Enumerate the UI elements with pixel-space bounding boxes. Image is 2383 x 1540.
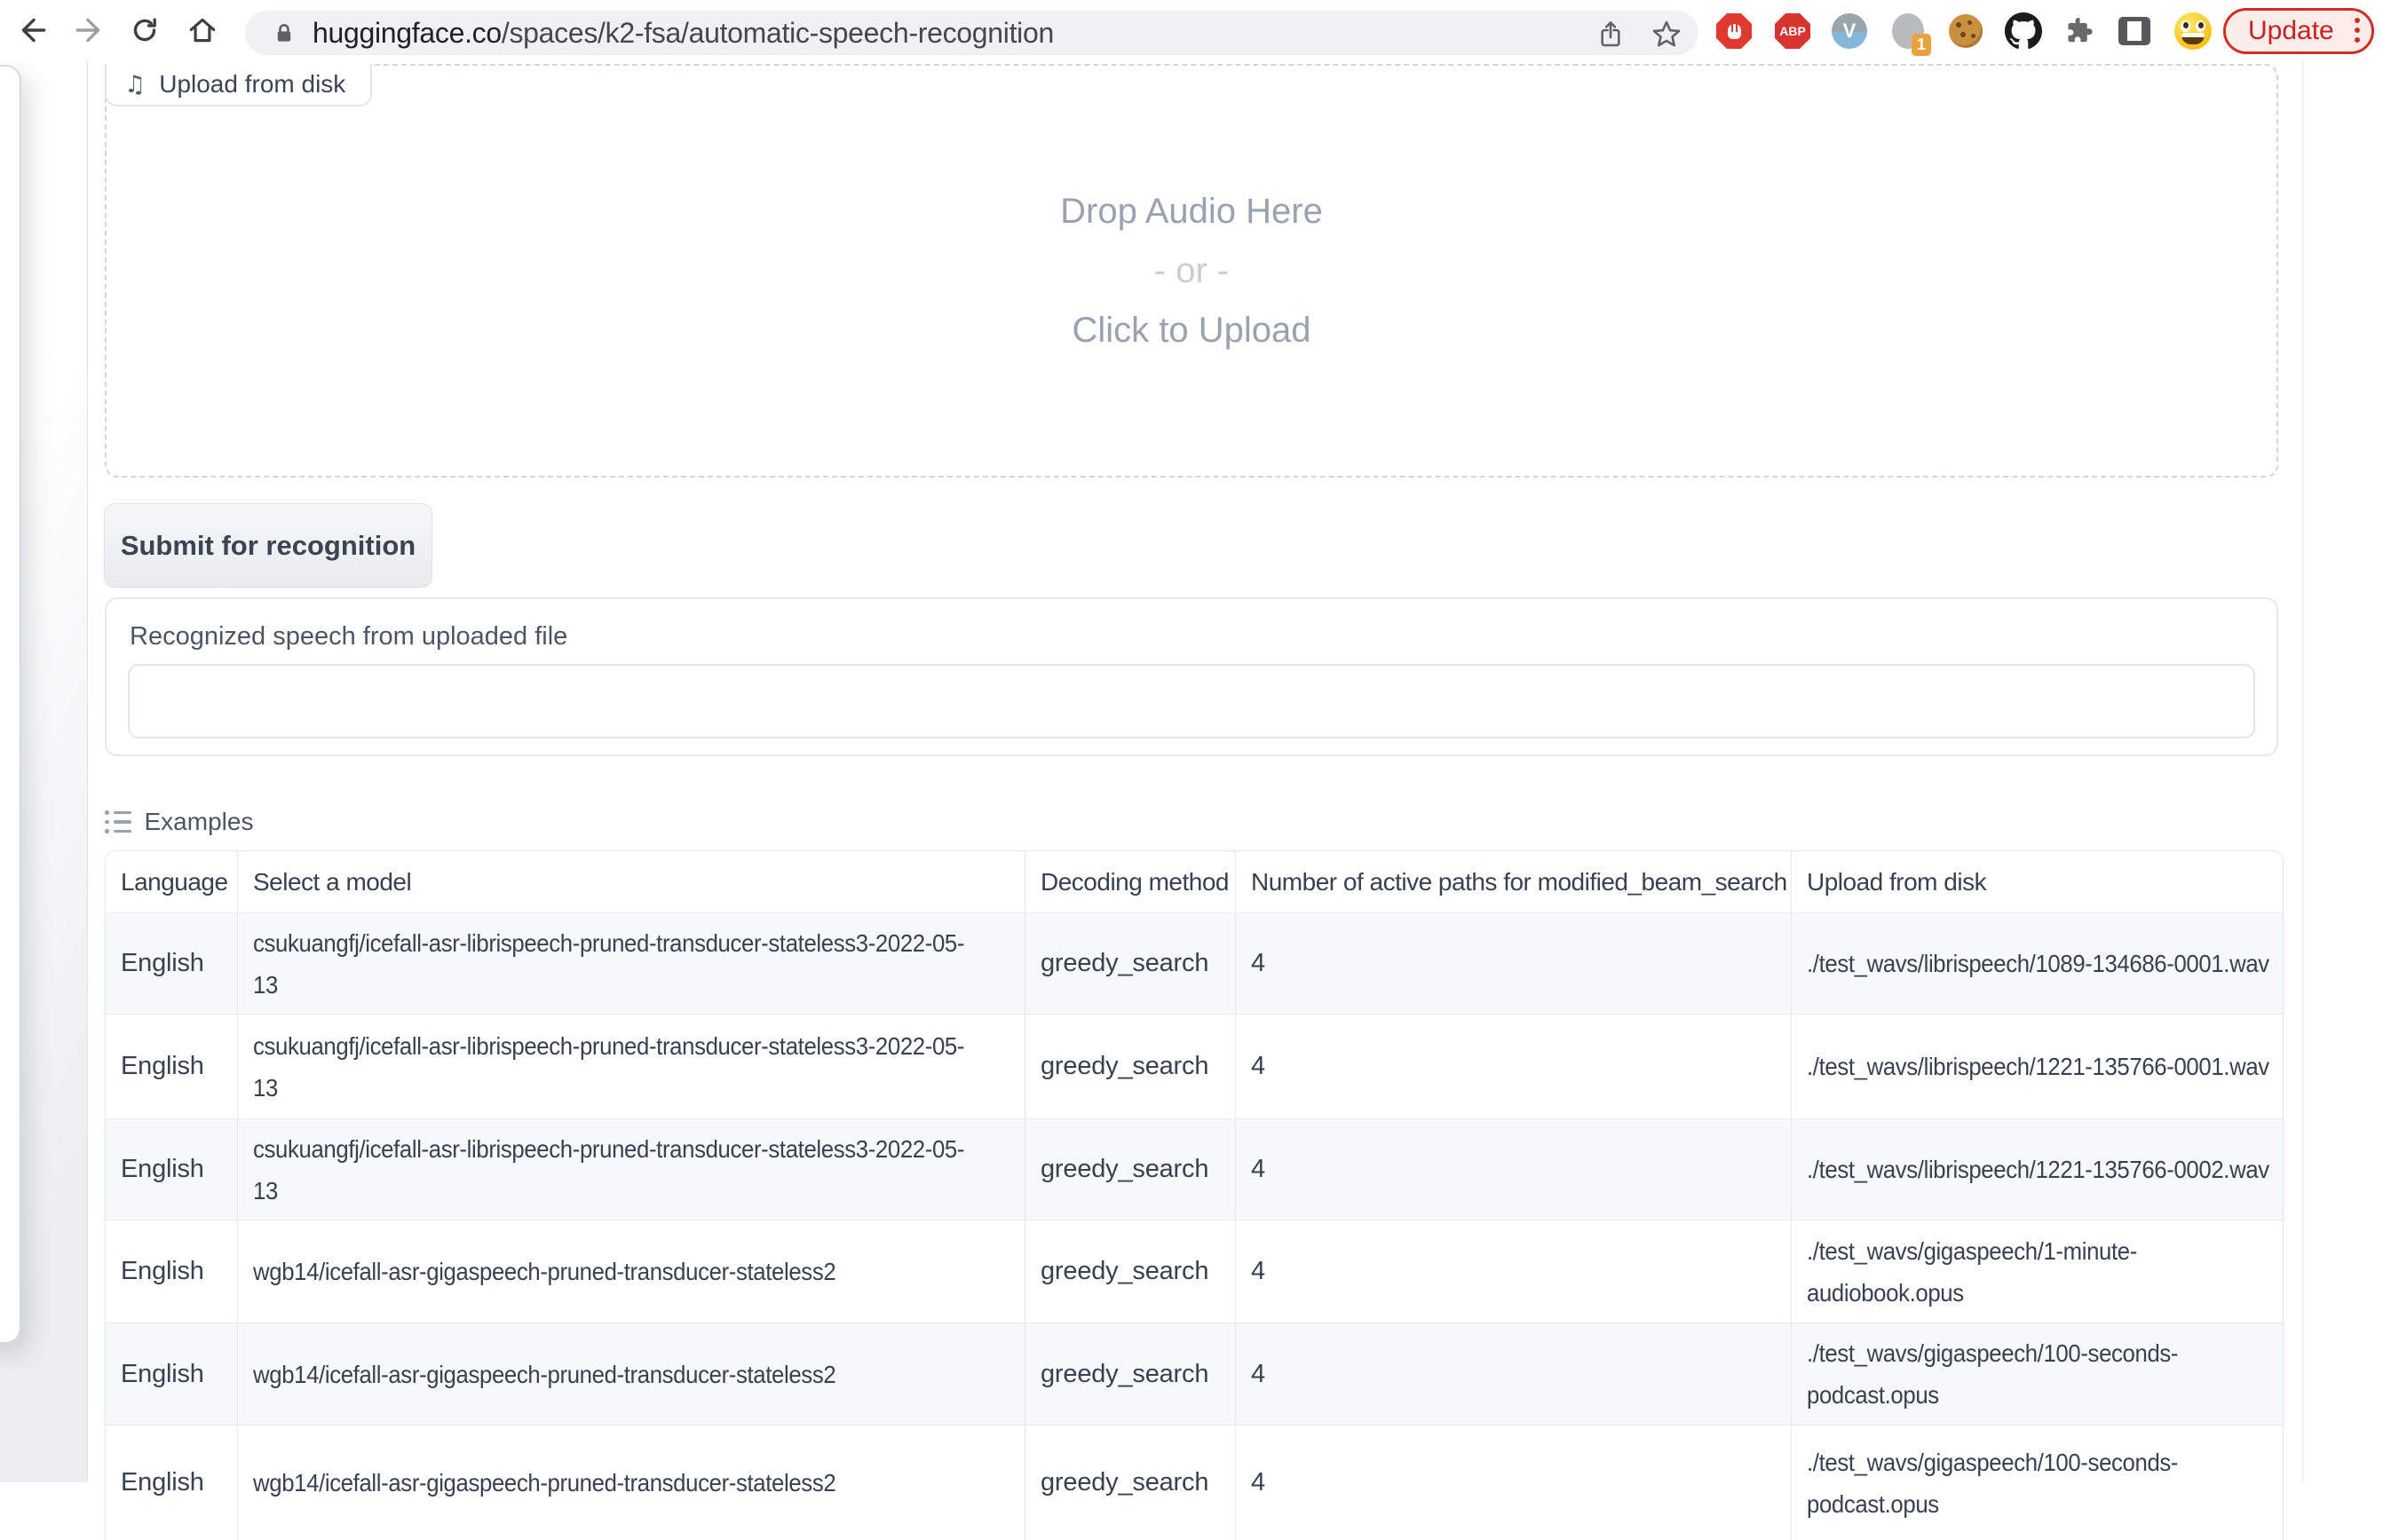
recognized-speech-output[interactable] [128, 664, 2255, 738]
column-header-4: Upload from disk [1791, 851, 2284, 912]
table-row[interactable]: Englishwgb14/icefall-asr-gigaspeech-prun… [106, 1425, 2283, 1540]
table-cell: greedy_search [1025, 1220, 1235, 1323]
table-cell: csukuangfj/icefall-asr-librispeech-prune… [237, 1015, 1025, 1118]
home-icon[interactable] [185, 12, 220, 48]
url-domain: huggingface.co [313, 17, 502, 49]
table-cell: English [106, 1425, 237, 1540]
browser-toolbar: huggingface.co/spaces/k2-fsa/automatic-s… [0, 0, 2383, 60]
table-cell: 4 [1235, 1119, 1791, 1220]
extension-badge: 1 [1912, 34, 1931, 56]
abp-icon[interactable]: ABP [1774, 12, 1811, 50]
bookmark-star-icon[interactable] [1649, 17, 1684, 52]
table-cell: wgb14/icefall-asr-gigaspeech-pruned-tran… [237, 1323, 1025, 1425]
table-cell: English [106, 1015, 237, 1118]
table-row[interactable]: Englishwgb14/icefall-asr-gigaspeech-prun… [106, 1220, 2283, 1323]
examples-label: Examples [145, 808, 254, 836]
table-cell: English [106, 913, 237, 1014]
table-cell: 4 [1235, 1323, 1791, 1425]
forward-icon[interactable] [71, 12, 107, 48]
output-label: Recognized speech from uploaded file [130, 622, 567, 652]
table-cell: 4 [1235, 913, 1791, 1014]
table-header-row: LanguageSelect a modelDecoding methodNum… [106, 851, 2283, 912]
recognized-speech-panel: Recognized speech from uploaded file [105, 597, 2278, 756]
notifier-icon[interactable]: 1 [1889, 12, 1927, 50]
table-cell: English [106, 1220, 237, 1323]
or-text: - or - [1154, 251, 1229, 290]
content-right-edge [2302, 60, 2303, 1482]
table-cell: English [106, 1323, 237, 1425]
table-cell: greedy_search [1025, 1425, 1235, 1540]
vimium-icon[interactable]: V [1831, 12, 1868, 50]
table-row[interactable]: Englishcsukuangfj/icefall-asr-librispeec… [106, 1118, 2283, 1220]
examples-header: Examples [105, 808, 253, 836]
table-cell: greedy_search [1025, 1119, 1235, 1220]
table-cell: wgb14/icefall-asr-gigaspeech-pruned-tran… [237, 1220, 1025, 1323]
table-cell: 4 [1235, 1220, 1791, 1323]
table-cell: ./test_wavs/gigaspeech/1-minute- audiobo… [1791, 1220, 2284, 1323]
table-cell: csukuangfj/icefall-asr-librispeech-prune… [237, 913, 1025, 1014]
audio-dropzone[interactable]: ♫ Upload from disk Drop Audio Here - or … [105, 64, 2278, 478]
table-row[interactable]: Englishcsukuangfj/icefall-asr-librispeec… [106, 912, 2283, 1014]
table-cell: ./test_wavs/gigaspeech/100-seconds- podc… [1791, 1323, 2284, 1425]
music-notes-icon: ♫ [124, 73, 146, 97]
update-button[interactable]: Update [2223, 8, 2374, 54]
reload-icon[interactable] [127, 12, 162, 48]
dropzone-prompt: Drop Audio Here - or - Click to Upload [107, 66, 2276, 476]
background-window-edge [0, 65, 21, 1344]
column-header-1: Select a model [237, 851, 1025, 912]
adblock-hand-icon[interactable] [1715, 12, 1753, 50]
table-row[interactable]: Englishcsukuangfj/icefall-asr-librispeec… [106, 1014, 2283, 1118]
examples-table: LanguageSelect a modelDecoding methodNum… [105, 850, 2284, 1540]
tab-upload-from-disk[interactable]: ♫ Upload from disk [105, 64, 372, 107]
table-cell: ./test_wavs/librispeech/1221-135766-0002… [1791, 1119, 2284, 1220]
table-cell: wgb14/icefall-asr-gigaspeech-pruned-tran… [237, 1425, 1025, 1540]
github-icon[interactable] [2005, 12, 2042, 50]
table-cell: csukuangfj/icefall-asr-librispeech-prune… [237, 1119, 1025, 1220]
drop-audio-here-text: Drop Audio Here [1060, 192, 1323, 231]
list-icon [105, 810, 131, 833]
lock-icon [272, 20, 297, 45]
table-cell: ./test_wavs/librispeech/1089-134686-0001… [1791, 913, 2284, 1014]
cookie-icon[interactable] [1947, 12, 1984, 50]
table-cell: ./test_wavs/gigaspeech/100-seconds- podc… [1791, 1425, 2284, 1540]
share-icon[interactable] [1593, 17, 1628, 52]
table-cell: 4 [1235, 1425, 1791, 1540]
smiley-avatar-icon[interactable] [2174, 12, 2212, 50]
url-text: huggingface.co/spaces/k2-fsa/automatic-s… [313, 11, 1054, 55]
address-bar[interactable]: huggingface.co/spaces/k2-fsa/automatic-s… [245, 11, 1698, 55]
table-cell: ./test_wavs/librispeech/1221-135766-0001… [1791, 1015, 2284, 1118]
kebab-menu-icon[interactable] [2355, 18, 2360, 43]
click-to-upload-text: Click to Upload [1072, 311, 1310, 350]
column-header-0: Language [106, 851, 237, 912]
url-path: /spaces/k2-fsa/automatic-speech-recognit… [502, 17, 1054, 49]
table-cell: greedy_search [1025, 913, 1235, 1014]
table-cell: greedy_search [1025, 1015, 1235, 1118]
table-cell: greedy_search [1025, 1323, 1235, 1425]
back-icon[interactable] [15, 12, 51, 48]
column-header-3: Number of active paths for modified_beam… [1235, 851, 1791, 912]
column-header-2: Decoding method [1025, 851, 1235, 912]
table-cell: 4 [1235, 1015, 1791, 1118]
table-row[interactable]: Englishwgb14/icefall-asr-gigaspeech-prun… [106, 1323, 2283, 1425]
submit-for-recognition-button[interactable]: Submit for recognition [104, 503, 432, 588]
puzzle-extensions-icon[interactable] [2060, 12, 2097, 50]
sidebar-toggle-icon[interactable] [2116, 12, 2153, 50]
table-cell: English [106, 1119, 237, 1220]
